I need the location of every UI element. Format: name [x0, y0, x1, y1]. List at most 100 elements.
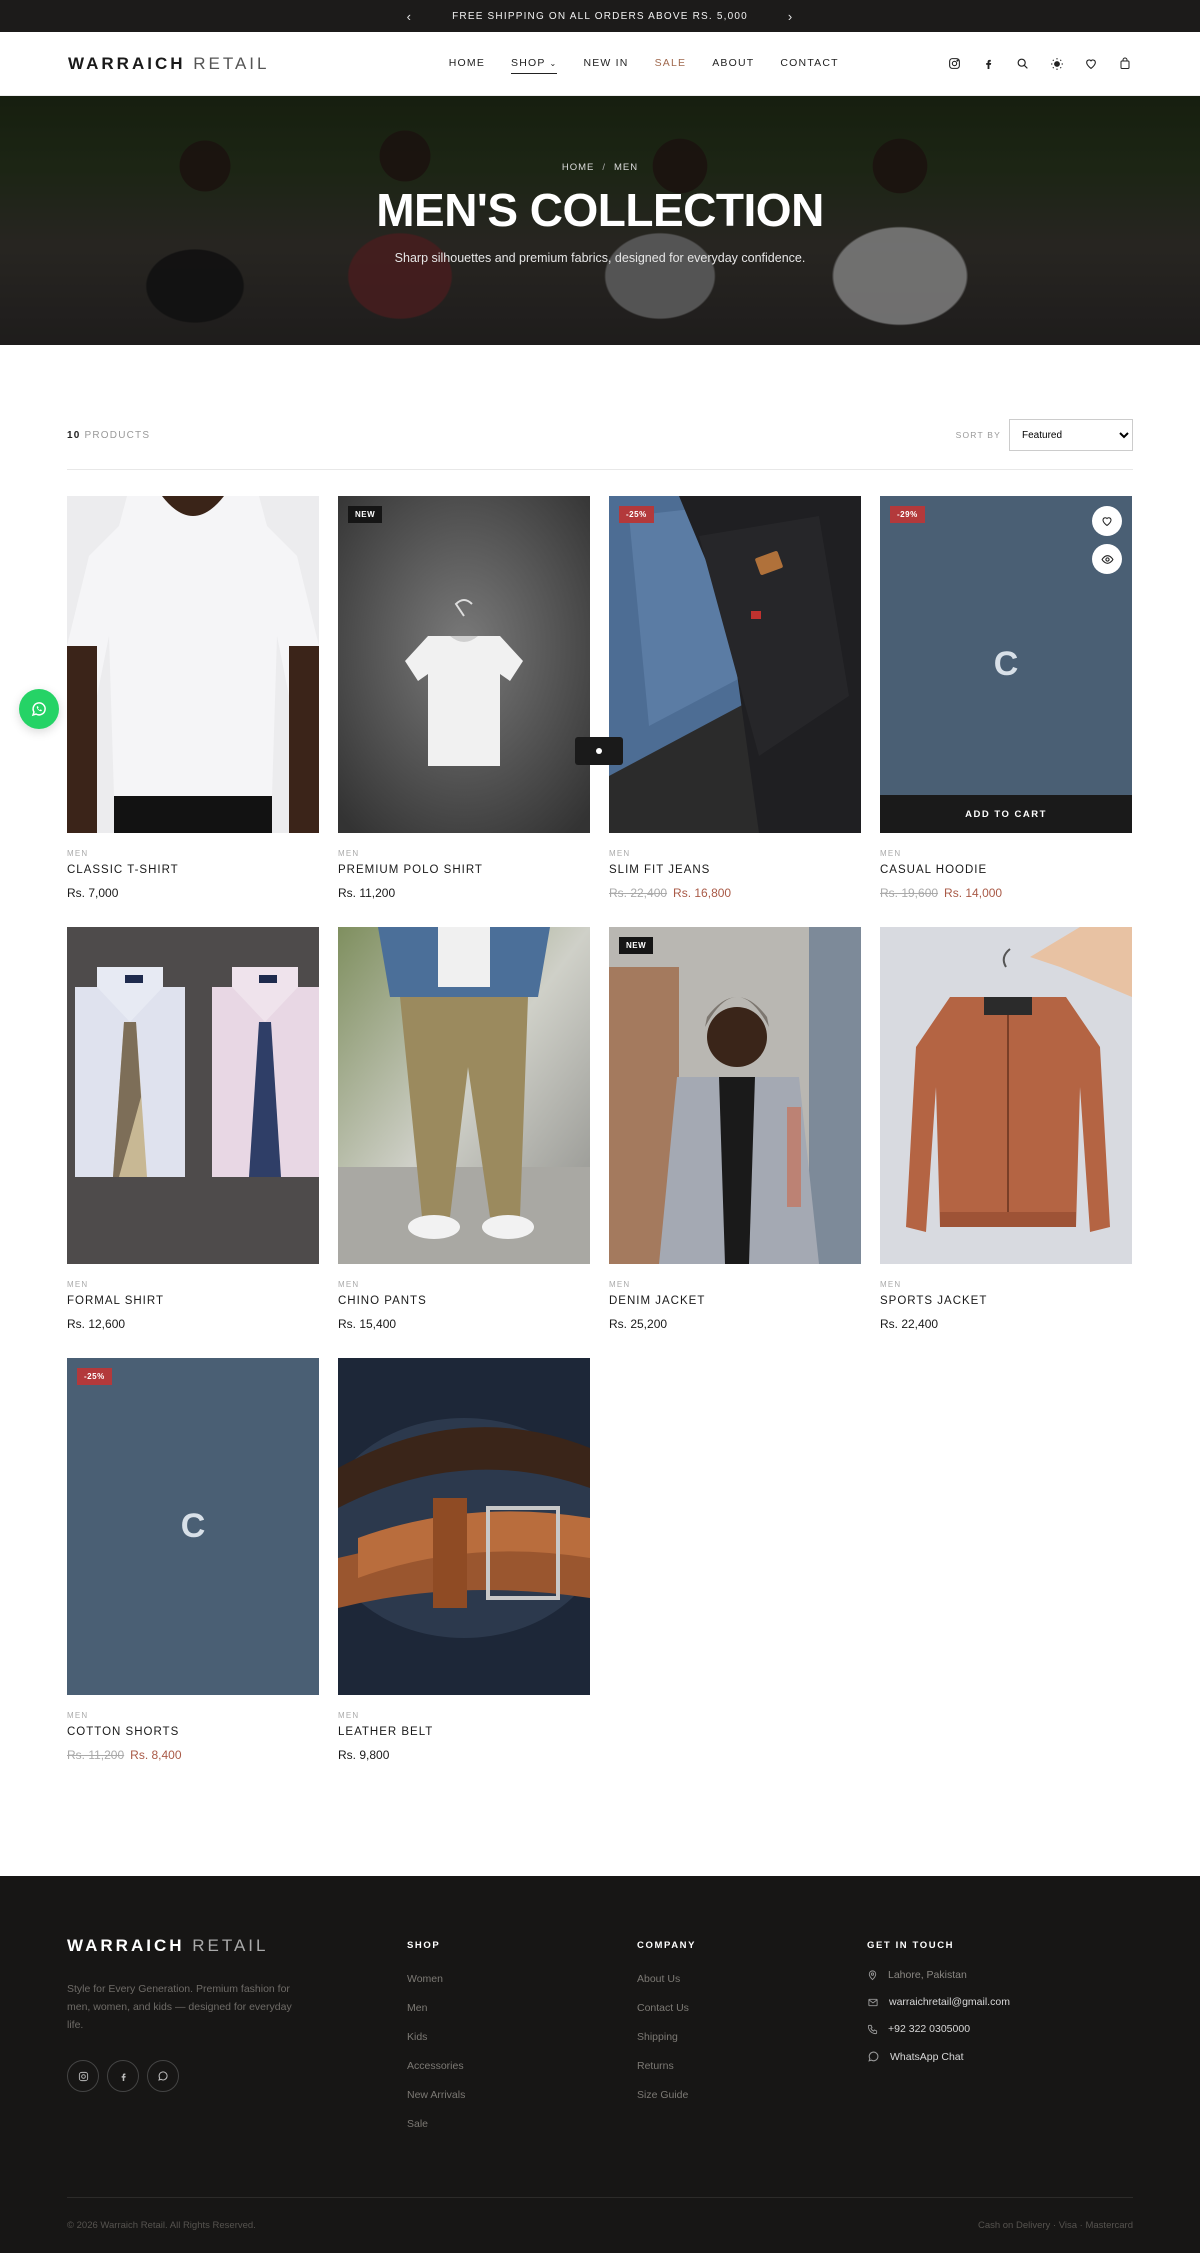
product-card[interactable]: NEW MEN PREMIUM POLO SHIRT Rs. 11,200	[338, 496, 590, 927]
footer-link-sale[interactable]: Sale	[407, 2118, 637, 2130]
nav-new-in[interactable]: NEW IN	[583, 53, 628, 74]
product-card[interactable]: NEW MEN DENIM JACKET Rs. 25,200	[609, 927, 861, 1358]
product-name[interactable]: SLIM FIT JEANS	[609, 864, 861, 876]
phone-text[interactable]: +92 322 0305000	[888, 2023, 970, 2035]
product-count-number: 10	[67, 429, 81, 441]
nav-about[interactable]: ABOUT	[712, 53, 754, 74]
heart-icon[interactable]	[1084, 57, 1098, 71]
nav-home[interactable]: HOME	[449, 53, 485, 74]
footer-link-women[interactable]: Women	[407, 1973, 637, 1985]
product-image[interactable]	[67, 496, 319, 833]
footer-bottom: © 2026 Warraich Retail. All Rights Reser…	[67, 2197, 1133, 2231]
price-current: Rs. 9,800	[338, 1748, 390, 1762]
product-image-placeholder[interactable]: C -29% ADD TO CART	[880, 496, 1132, 833]
footer-link-kids[interactable]: Kids	[407, 2031, 637, 2043]
product-price: Rs. 7,000	[67, 886, 319, 900]
footer-link-shipping[interactable]: Shipping	[637, 2031, 867, 2043]
price-current: Rs. 15,400	[338, 1317, 397, 1331]
price-current: Rs. 25,200	[609, 1317, 668, 1331]
footer-link-accessories[interactable]: Accessories	[407, 2060, 637, 2072]
product-card[interactable]: MEN SPORTS JACKET Rs. 22,400	[880, 927, 1132, 1358]
product-badge: -25%	[619, 506, 654, 523]
product-name[interactable]: DENIM JACKET	[609, 1295, 861, 1307]
bag-icon[interactable]	[1118, 57, 1132, 71]
footer-link-men[interactable]: Men	[407, 2002, 637, 2014]
instagram-icon[interactable]	[948, 57, 962, 71]
product-image[interactable]	[338, 927, 590, 1264]
product-card[interactable]: MEN FORMAL SHIRT Rs. 12,600	[67, 927, 319, 1358]
footer-email[interactable]: warraichretail@gmail.com	[867, 1996, 1097, 2008]
footer-link-contact[interactable]: Contact Us	[637, 2002, 867, 2014]
footer-shop-heading: SHOP	[407, 1940, 441, 1951]
product-name[interactable]: LEATHER BELT	[338, 1726, 590, 1738]
product-card[interactable]: -25% MEN SLIM FIT JEANS Rs. 22,400 Rs. 16…	[609, 496, 861, 927]
price-current: Rs. 14,000	[944, 886, 1003, 900]
product-category: MEN	[67, 849, 89, 858]
heart-icon[interactable]	[1092, 506, 1122, 536]
whatsapp-text[interactable]: WhatsApp Chat	[890, 2051, 964, 2063]
product-name[interactable]: COTTON SHORTS	[67, 1726, 319, 1738]
product-name[interactable]: CLASSIC T-SHIRT	[67, 864, 319, 876]
footer-tagline: Style for Every Generation. Premium fash…	[67, 1983, 292, 2031]
footer-whatsapp[interactable]: WhatsApp Chat	[867, 2050, 1097, 2063]
search-icon[interactable]	[1016, 57, 1030, 71]
footer-link-new-arrivals[interactable]: New Arrivals	[407, 2089, 637, 2101]
facebook-icon[interactable]	[982, 57, 996, 71]
footer-logo[interactable]: WARRAICH RETAIL	[67, 1936, 407, 1956]
product-price: Rs. 12,600	[67, 1317, 319, 1331]
product-image[interactable]: NEW	[338, 496, 590, 833]
breadcrumb-home[interactable]: HOME	[562, 162, 595, 173]
footer-link-size-guide[interactable]: Size Guide	[637, 2089, 867, 2101]
product-card[interactable]: C -25% MEN COTTON SHORTS Rs. 11,200 Rs. 8…	[67, 1358, 319, 1789]
location-icon	[868, 1970, 877, 1981]
product-name[interactable]: FORMAL SHIRT	[67, 1295, 319, 1307]
theme-toggle-icon[interactable]	[1050, 57, 1064, 71]
nav-contact[interactable]: CONTACT	[780, 53, 838, 74]
facebook-icon[interactable]	[107, 2060, 139, 2092]
product-name[interactable]: CHINO PANTS	[338, 1295, 590, 1307]
product-category: MEN	[880, 1280, 902, 1289]
announcement-bar: ‹ FREE SHIPPING ON ALL ORDERS ABOVE RS. …	[0, 0, 1200, 32]
product-image-placeholder[interactable]: C -25%	[67, 1358, 319, 1695]
product-image[interactable]	[338, 1358, 590, 1695]
instagram-icon[interactable]	[67, 2060, 99, 2092]
whatsapp-icon[interactable]	[147, 2060, 179, 2092]
product-name[interactable]: CASUAL HOODIE	[880, 864, 1132, 876]
footer-contact-list: Lahore, Pakistan warraichretail@gmail.co…	[867, 1969, 1097, 2063]
whatsapp-float-button[interactable]	[19, 689, 59, 729]
product-name[interactable]: SPORTS JACKET	[880, 1295, 1132, 1307]
announcement-next-button[interactable]: ›	[788, 9, 794, 24]
product-badge: NEW	[348, 506, 383, 523]
sort-select[interactable]: Featured	[1009, 419, 1133, 451]
product-image[interactable]: NEW	[609, 927, 861, 1264]
nav-sale[interactable]: SALE	[655, 53, 687, 74]
whatsapp-icon	[868, 2051, 879, 2062]
mail-icon	[868, 1998, 878, 2006]
product-price: Rs. 11,200	[338, 886, 590, 900]
footer-link-about[interactable]: About Us	[637, 1973, 867, 1985]
product-image[interactable]	[67, 927, 319, 1264]
product-image[interactable]: -25%	[609, 496, 861, 833]
footer-logo-bold: WARRAICH	[67, 1936, 185, 1955]
add-to-cart-button[interactable]: ADD TO CART	[880, 795, 1132, 833]
product-card[interactable]: MEN CHINO PANTS Rs. 15,400	[338, 927, 590, 1358]
logo[interactable]: WARRAICH RETAIL	[68, 54, 270, 74]
product-card[interactable]: MEN LEATHER BELT Rs. 9,800	[338, 1358, 590, 1789]
breadcrumb-current: MEN	[614, 162, 639, 173]
nav-shop[interactable]: SHOP ⌄	[511, 53, 558, 74]
product-name[interactable]: PREMIUM POLO SHIRT	[338, 864, 590, 876]
product-badge: -29%	[890, 506, 925, 523]
slider-dot-control[interactable]	[575, 737, 623, 765]
footer-link-returns[interactable]: Returns	[637, 2060, 867, 2072]
product-card[interactable]: C -29% ADD TO CART MEN CASUAL HOODIE Rs.…	[880, 496, 1132, 927]
site-header: WARRAICH RETAIL HOME SHOP ⌄ NEW IN SALE …	[0, 32, 1200, 96]
announcement-prev-button[interactable]: ‹	[407, 9, 413, 24]
price-current: Rs. 11,200	[338, 886, 396, 900]
announcement-text: FREE SHIPPING ON ALL ORDERS ABOVE RS. 5,…	[452, 10, 748, 22]
breadcrumb: HOME / MEN	[0, 162, 1200, 173]
eye-icon[interactable]	[1092, 544, 1122, 574]
footer-phone[interactable]: +92 322 0305000	[867, 2023, 1097, 2035]
product-image[interactable]	[880, 927, 1132, 1264]
email-text[interactable]: warraichretail@gmail.com	[889, 1996, 1010, 2008]
product-card[interactable]: MEN CLASSIC T-SHIRT Rs. 7,000	[67, 496, 319, 927]
